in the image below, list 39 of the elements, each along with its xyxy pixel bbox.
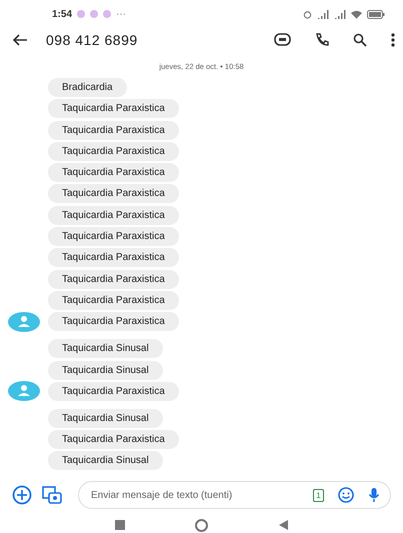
add-icon[interactable] — [12, 485, 32, 505]
signal-icon — [334, 10, 346, 18]
signal-icon — [317, 10, 329, 18]
phone-icon[interactable] — [315, 33, 329, 47]
message-bubble[interactable]: Taquicardia Paraxistica — [48, 430, 179, 450]
sim-selector[interactable]: 1 — [313, 488, 324, 502]
wifi-icon — [351, 10, 362, 18]
contact-number: 098 412 6899 — [46, 32, 139, 48]
alarm-icon — [303, 10, 312, 18]
message-bubble[interactable]: Bradicardia — [48, 78, 127, 97]
message-bubble[interactable]: Taquicardia Paraxistica — [48, 120, 179, 140]
message-bubble[interactable]: Taquicardia Sinusal — [48, 360, 163, 380]
message-bubble[interactable]: Taquicardia Paraxistica — [48, 99, 179, 118]
home-button[interactable] — [195, 518, 208, 532]
message-bubble[interactable]: Taquicardia Paraxistica — [48, 270, 179, 289]
message-field[interactable]: Enviar mensaje de texto (tuenti) 1 — [78, 481, 391, 509]
more-notifications: ··· — [116, 8, 126, 20]
message-bubble[interactable]: Taquicardia Paraxistica — [48, 142, 179, 161]
message-bubble[interactable]: Taquicardia Paraxistica — [48, 382, 179, 401]
message-bubble[interactable]: Taquicardia Sinusal — [48, 408, 163, 428]
battery-icon — [367, 10, 385, 18]
more-icon[interactable] — [391, 33, 395, 47]
message-bubble[interactable]: Taquicardia Paraxistica — [48, 227, 179, 246]
back-icon[interactable] — [12, 34, 28, 46]
message-bubble[interactable]: Taquicardia Paraxistica — [48, 163, 179, 182]
status-time: 1:54 — [52, 8, 72, 20]
chat-icon[interactable] — [274, 33, 291, 47]
message-bubble[interactable]: Taquicardia Sinusal — [48, 339, 163, 358]
message-bubble[interactable]: Taquicardia Paraxistica — [48, 312, 179, 332]
message-bubble[interactable]: Taquicardia Paraxistica — [48, 184, 179, 204]
back-button[interactable] — [278, 520, 288, 530]
message-bubble[interactable]: Taquicardia Paraxistica — [48, 290, 179, 310]
message-bubble[interactable]: Taquicardia Sinusal — [48, 451, 163, 470]
message-bubble[interactable]: Taquicardia Paraxistica — [48, 248, 179, 268]
gallery-icon[interactable] — [42, 486, 62, 504]
microphone-icon[interactable] — [368, 487, 380, 503]
search-icon[interactable] — [353, 33, 367, 47]
emoji-icon[interactable] — [338, 487, 354, 503]
message-bubble[interactable]: Taquicardia Paraxistica — [48, 206, 179, 225]
